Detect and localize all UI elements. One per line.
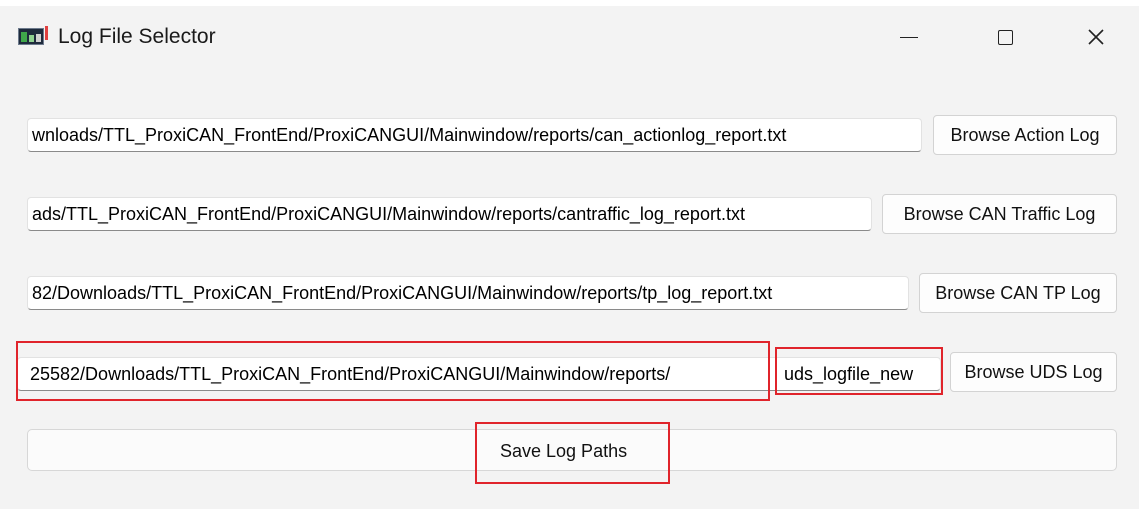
- browse-can-traffic-log-button[interactable]: Browse CAN Traffic Log: [882, 194, 1117, 234]
- can-tp-log-path-text: 82/Downloads/TTL_ProxiCAN_FrontEnd/Proxi…: [32, 283, 773, 303]
- minimize-button[interactable]: [886, 12, 932, 62]
- uds-log-path-text-dir: 25582/Downloads/TTL_ProxiCAN_FrontEnd/Pr…: [30, 364, 671, 384]
- maximize-icon: [997, 29, 1013, 45]
- browse-action-log-button[interactable]: Browse Action Log: [933, 115, 1117, 155]
- title-bar: Log File Selector: [0, 6, 1139, 62]
- browse-can-tp-log-button[interactable]: Browse CAN TP Log: [919, 273, 1117, 313]
- save-log-paths-label: Save Log Paths: [500, 441, 628, 461]
- uds-log-path-input[interactable]: 25582/Downloads/TTL_ProxiCAN_FrontEnd/Pr…: [17, 357, 941, 391]
- browse-uds-log-button[interactable]: Browse UDS Log: [950, 352, 1117, 392]
- can-traffic-log-path-input[interactable]: ads/TTL_ProxiCAN_FrontEnd/ProxiCANGUI/Ma…: [27, 197, 872, 231]
- minimize-icon: [900, 36, 918, 38]
- uds-log-path-text-file: uds_logfile_new: [784, 364, 914, 384]
- maximize-button[interactable]: [982, 12, 1028, 62]
- can-traffic-log-path-text: ads/TTL_ProxiCAN_FrontEnd/ProxiCANGUI/Ma…: [32, 204, 745, 224]
- action-log-path-input[interactable]: wnloads/TTL_ProxiCAN_FrontEnd/ProxiCANGU…: [27, 118, 922, 152]
- window-title: Log File Selector: [58, 25, 216, 48]
- close-icon: [1088, 29, 1104, 45]
- action-log-path-text: wnloads/TTL_ProxiCAN_FrontEnd/ProxiCANGU…: [32, 125, 787, 145]
- app-chart-icon: [18, 26, 48, 46]
- close-button[interactable]: [1073, 12, 1119, 62]
- can-tp-log-path-input[interactable]: 82/Downloads/TTL_ProxiCAN_FrontEnd/Proxi…: [27, 276, 909, 310]
